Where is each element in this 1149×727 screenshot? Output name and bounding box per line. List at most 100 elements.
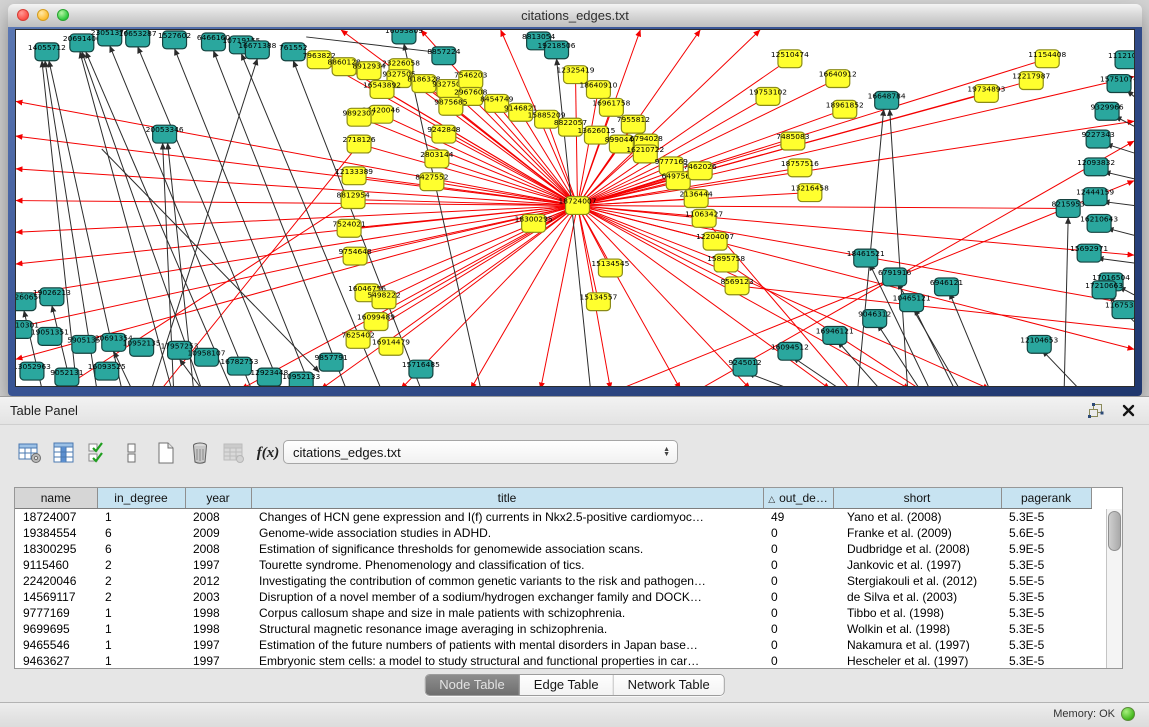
graph-node[interactable]: 5498222 bbox=[367, 291, 400, 309]
graph-node[interactable]: 10653287 bbox=[119, 30, 157, 47]
table-settings-icon[interactable] bbox=[16, 440, 44, 466]
graph-node[interactable]: 8857224 bbox=[427, 47, 460, 65]
graph-node[interactable]: 15134557 bbox=[579, 293, 617, 311]
graph-node[interactable]: 10952135 bbox=[123, 338, 161, 356]
graph-node[interactable]: 9227343 bbox=[1081, 130, 1114, 148]
zoom-window-button[interactable] bbox=[57, 9, 69, 21]
graph-node[interactable]: 19753102 bbox=[749, 87, 787, 105]
graph-node[interactable]: 13052963 bbox=[16, 362, 51, 380]
graph-node[interactable]: 7462026 bbox=[684, 162, 717, 180]
graph-node[interactable]: 16093525 bbox=[88, 362, 126, 380]
graph-node[interactable]: 11063427 bbox=[685, 209, 723, 227]
minimize-window-button[interactable] bbox=[37, 9, 49, 21]
network-graph[interactable]: 1405571220691406230513741065328715276026… bbox=[16, 30, 1134, 386]
table-selector-dropdown[interactable]: citations_edges.txt ▲▼ bbox=[283, 440, 678, 464]
graph-node[interactable]: 16543892 bbox=[363, 81, 401, 99]
table-row[interactable]: 946362711997Embryonic stem cells: a mode… bbox=[15, 653, 1091, 669]
graph-node[interactable]: 11154408 bbox=[1028, 50, 1066, 68]
graph-node[interactable]: 8427552 bbox=[415, 173, 448, 191]
graph-node[interactable]: 18640910 bbox=[579, 81, 617, 99]
table-row[interactable]: 1456911722003Disruption of a novel membe… bbox=[15, 589, 1091, 605]
select-columns-icon[interactable] bbox=[84, 440, 112, 466]
table-row[interactable]: 911546021997Tourette syndrome. Phenomeno… bbox=[15, 557, 1091, 573]
graph-node[interactable]: 9052131 bbox=[50, 368, 83, 386]
graph-node[interactable]: 19734893 bbox=[967, 85, 1005, 103]
graph-node[interactable]: 9875685 bbox=[434, 97, 467, 115]
graph-node[interactable]: 7524021 bbox=[332, 219, 365, 237]
graph-node[interactable]: 15751074 bbox=[1100, 75, 1134, 93]
column-header-short[interactable]: short bbox=[833, 488, 1001, 509]
graph-node[interactable]: 6946121 bbox=[930, 278, 963, 296]
column-header-pagerank[interactable]: pagerank bbox=[1001, 488, 1091, 509]
graph-node[interactable]: 9245012 bbox=[728, 358, 761, 376]
graph-node[interactable]: 8812954 bbox=[336, 191, 369, 209]
graph-node[interactable]: 16093809 bbox=[385, 30, 423, 44]
graph-node[interactable]: 15134545 bbox=[591, 259, 629, 277]
graph-node[interactable]: 7625402 bbox=[341, 330, 374, 348]
table-row[interactable]: 1830029562008Estimation of significance … bbox=[15, 541, 1091, 557]
close-panel-button[interactable] bbox=[1119, 401, 1137, 419]
graph-node[interactable]: 12104653 bbox=[1020, 335, 1058, 353]
table-row[interactable]: 977716911998Corpus callosum shape and si… bbox=[15, 605, 1091, 621]
graph-node[interactable]: 11675309 bbox=[1105, 301, 1134, 319]
graph-node[interactable]: 2718126 bbox=[342, 135, 375, 153]
graph-node[interactable]: 8569123 bbox=[720, 277, 753, 295]
column-header-in_degree[interactable]: in_degree bbox=[97, 488, 185, 509]
tab-node-table[interactable]: Node Table bbox=[425, 675, 520, 695]
graph-node[interactable]: 9892307 bbox=[342, 108, 375, 126]
table-row[interactable]: 2242004622012Investigating the contribut… bbox=[15, 573, 1091, 589]
graph-node[interactable]: 14055712 bbox=[28, 43, 66, 61]
graph-node[interactable]: 19218506 bbox=[538, 41, 576, 59]
graph-node[interactable]: 12510474 bbox=[771, 50, 809, 68]
window-titlebar[interactable]: citations_edges.txt bbox=[8, 4, 1142, 28]
table-row[interactable]: 1938455462009Genome-wide association stu… bbox=[15, 525, 1091, 541]
graph-node[interactable]: 9242848 bbox=[427, 125, 460, 143]
graph-node[interactable]: 12217987 bbox=[1012, 72, 1050, 90]
graph-node[interactable]: 10952133 bbox=[282, 372, 320, 386]
table-column-icon[interactable] bbox=[50, 440, 78, 466]
tab-network-table[interactable]: Network Table bbox=[614, 675, 724, 695]
network-canvas[interactable]: 1405571220691406230513741065328715276026… bbox=[15, 29, 1135, 387]
graph-node[interactable]: 13216458 bbox=[791, 184, 829, 202]
function-builder-icon[interactable]: f(x) bbox=[254, 440, 282, 466]
column-header-title[interactable]: title bbox=[251, 488, 763, 509]
graph-node[interactable]: 20053346 bbox=[146, 125, 184, 143]
graph-node[interactable]: 7955812 bbox=[617, 115, 650, 133]
graph-node[interactable]: 2136444 bbox=[680, 190, 713, 208]
graph-node[interactable]: 1527602 bbox=[158, 31, 191, 49]
graph-node[interactable]: 7546203 bbox=[454, 71, 487, 89]
graph-node[interactable]: 6791916 bbox=[878, 268, 911, 286]
graph-node[interactable]: 16671388 bbox=[238, 41, 276, 59]
graph-node[interactable]: 7485083 bbox=[776, 132, 809, 150]
graph-node[interactable]: 8912934 bbox=[352, 62, 385, 80]
graph-node[interactable]: 16946121 bbox=[816, 326, 854, 344]
column-header-out_degree[interactable]: △out_de… bbox=[763, 488, 833, 509]
column-header-name[interactable]: name bbox=[15, 488, 97, 509]
graph-node[interactable]: 18461521 bbox=[847, 249, 885, 267]
graph-node[interactable]: 15692971 bbox=[1070, 244, 1108, 262]
graph-node[interactable]: 2803144 bbox=[420, 150, 453, 168]
graph-node[interactable]: 16914479 bbox=[372, 337, 410, 355]
graph-node[interactable]: 9329966 bbox=[1090, 102, 1123, 120]
graph-node[interactable]: 19026213 bbox=[33, 288, 71, 306]
graph-node[interactable]: 19051351 bbox=[31, 327, 69, 345]
close-window-button[interactable] bbox=[17, 9, 29, 21]
table-scrollbar-thumb[interactable] bbox=[1108, 511, 1121, 551]
row-options-icon[interactable] bbox=[118, 440, 146, 466]
graph-node[interactable]: 15716485 bbox=[402, 360, 440, 378]
table-row[interactable]: 1872400712008Changes of HCN gene express… bbox=[15, 509, 1091, 526]
graph-node[interactable]: 15895758 bbox=[707, 254, 745, 272]
graph-node[interactable]: 9754648 bbox=[338, 247, 371, 265]
graph-node[interactable]: 17210663 bbox=[1085, 281, 1123, 299]
table-row[interactable]: 946554611997Estimation of the future num… bbox=[15, 637, 1091, 653]
graph-node[interactable]: 16099489 bbox=[357, 313, 395, 331]
tab-edge-table[interactable]: Edge Table bbox=[520, 675, 614, 695]
graph-node[interactable]: 16094512 bbox=[771, 342, 809, 360]
graph-node[interactable]: 11121043 bbox=[1108, 51, 1134, 69]
delete-table-icon[interactable] bbox=[186, 440, 214, 466]
graph-node[interactable]: 16961758 bbox=[592, 98, 630, 116]
graph-node[interactable]: 9046312 bbox=[858, 310, 891, 328]
table-scrollbar[interactable] bbox=[1106, 509, 1122, 668]
graph-node[interactable]: 18961852 bbox=[826, 100, 864, 118]
table-row[interactable]: 969969511998Structural magnetic resonanc… bbox=[15, 621, 1091, 637]
